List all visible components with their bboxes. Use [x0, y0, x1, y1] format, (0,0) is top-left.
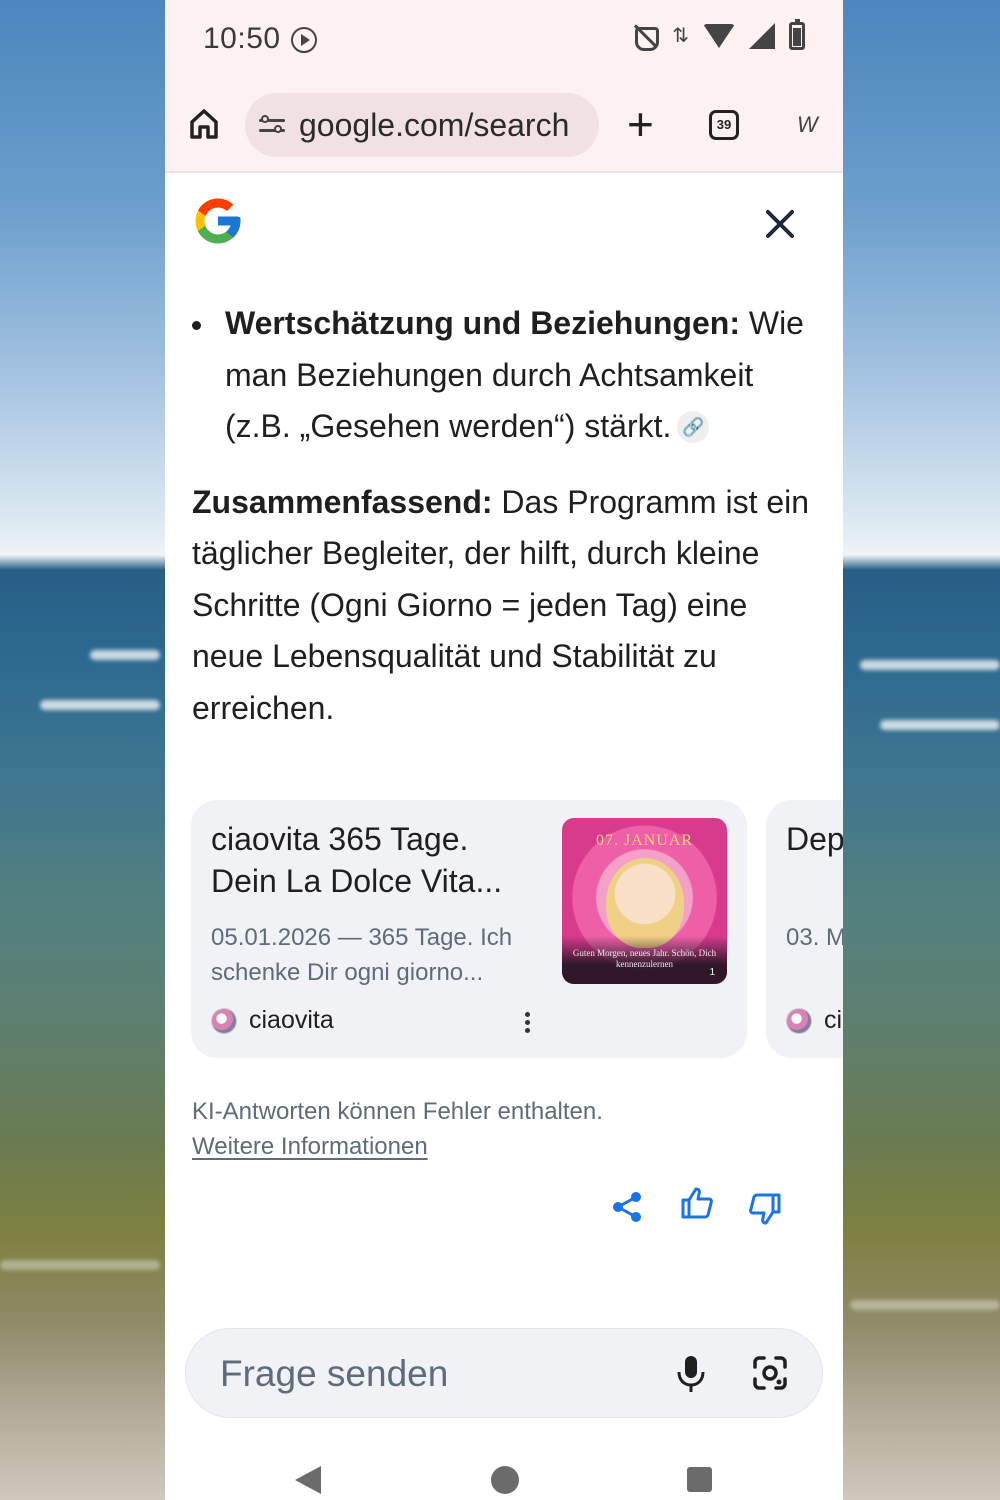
share-button[interactable] — [610, 1190, 644, 1224]
android-nav-bar — [165, 1440, 843, 1500]
source-site: ci — [786, 1006, 842, 1035]
site-name: ciaovita — [249, 1006, 334, 1034]
thumbnail-portrait — [606, 858, 684, 948]
ask-input[interactable]: Frage senden — [185, 1328, 823, 1418]
bullet-heading: Wertschätzung und Beziehungen: — [225, 305, 740, 341]
google-logo-icon — [195, 198, 241, 244]
wave — [0, 1260, 160, 1270]
site-settings-icon[interactable] — [259, 114, 285, 136]
source-title: Dep Ang — [786, 821, 843, 857]
phone-screen: 10:50 ⇅ google.com/search + 39 W Wertsch… — [165, 0, 843, 1500]
wave — [850, 1300, 1000, 1310]
back-icon[interactable] — [295, 1466, 321, 1494]
more-options-icon[interactable] — [525, 1012, 531, 1034]
thumbs-down-button[interactable] — [748, 1192, 782, 1226]
status-time: 10:50 — [203, 22, 281, 55]
address-bar[interactable]: google.com/search — [245, 93, 599, 157]
home-button[interactable] — [189, 108, 219, 140]
play-circle-icon — [291, 27, 317, 53]
ask-placeholder: Frage senden — [220, 1353, 449, 1394]
wave — [90, 650, 160, 660]
mute-icon — [632, 23, 660, 51]
battery-icon — [789, 19, 805, 50]
source-site: ciaovita — [211, 1006, 334, 1035]
wave — [880, 720, 1000, 730]
more-info-link[interactable]: Weitere Informationen — [192, 1129, 603, 1164]
signal-icon — [749, 23, 775, 49]
google-lens-icon[interactable] — [752, 1355, 788, 1391]
thumbnail-caption: Guten Morgen, neues Jahr. Schön, Dich ke… — [572, 948, 717, 969]
source-card[interactable]: Dep Ang 03. M Deine ci — [766, 800, 843, 1058]
thumbnail-number: 1 — [709, 967, 715, 978]
source-title: ciaovita 365 Tage. Dein La Dolce Vita... — [211, 821, 503, 899]
disclaimer: KI-Antworten können Fehler enthalten. We… — [192, 1094, 603, 1164]
site-name: ci — [824, 1006, 843, 1034]
summary-heading: Zusammenfassend: — [192, 483, 493, 520]
ai-answer: Wertschätzung und Beziehungen: Wie man B… — [192, 298, 812, 734]
tab-switcher-button[interactable]: 39 — [709, 110, 739, 140]
source-thumbnail: 07. JANUAR Guten Morgen, neues Jahr. Sch… — [562, 818, 727, 984]
thumbs-up-icon — [681, 1187, 713, 1219]
home-icon — [190, 109, 218, 139]
feedback-actions — [165, 1187, 843, 1230]
status-icons: ⇅ — [632, 19, 805, 51]
wave — [40, 700, 160, 710]
bullet-dot — [192, 321, 201, 330]
source-snippet: 03. M Deine — [786, 924, 843, 951]
new-tab-button[interactable]: + — [627, 101, 654, 147]
source-card[interactable]: ciaovita 365 Tage. Dein La Dolce Vita...… — [191, 800, 747, 1058]
summary-paragraph: Zusammenfassend: Das Programm ist ein tä… — [192, 477, 812, 735]
url-text: google.com/search — [299, 106, 570, 143]
microphone-icon[interactable] — [676, 1355, 706, 1393]
data-arrows-icon: ⇅ — [672, 25, 689, 47]
browser-top-bar: 10:50 ⇅ google.com/search + 39 W — [165, 0, 843, 172]
close-overlay-button[interactable] — [763, 206, 797, 240]
divider — [165, 171, 843, 173]
link-icon[interactable]: 🔗 — [677, 410, 710, 443]
list-item: Wertschätzung und Beziehungen: Wie man B… — [192, 298, 812, 453]
thumbs-up-button[interactable] — [680, 1186, 714, 1220]
site-favicon-icon — [211, 1007, 237, 1034]
wifi-icon — [703, 24, 735, 48]
share-icon — [613, 1192, 641, 1222]
thumbnail-title: 07. JANUAR — [595, 832, 694, 849]
source-snippet: 05.01.2026 — 365 Tage. Ich schenke Dir o… — [211, 924, 513, 986]
site-favicon-icon — [786, 1007, 812, 1034]
disclaimer-text: KI-Antworten können Fehler enthalten. — [192, 1098, 603, 1125]
thumbs-down-icon — [749, 1193, 781, 1225]
extension-button[interactable]: W — [797, 112, 818, 138]
home-circle-icon[interactable] — [491, 1466, 519, 1494]
wave — [860, 660, 1000, 670]
recents-icon[interactable] — [687, 1467, 712, 1492]
